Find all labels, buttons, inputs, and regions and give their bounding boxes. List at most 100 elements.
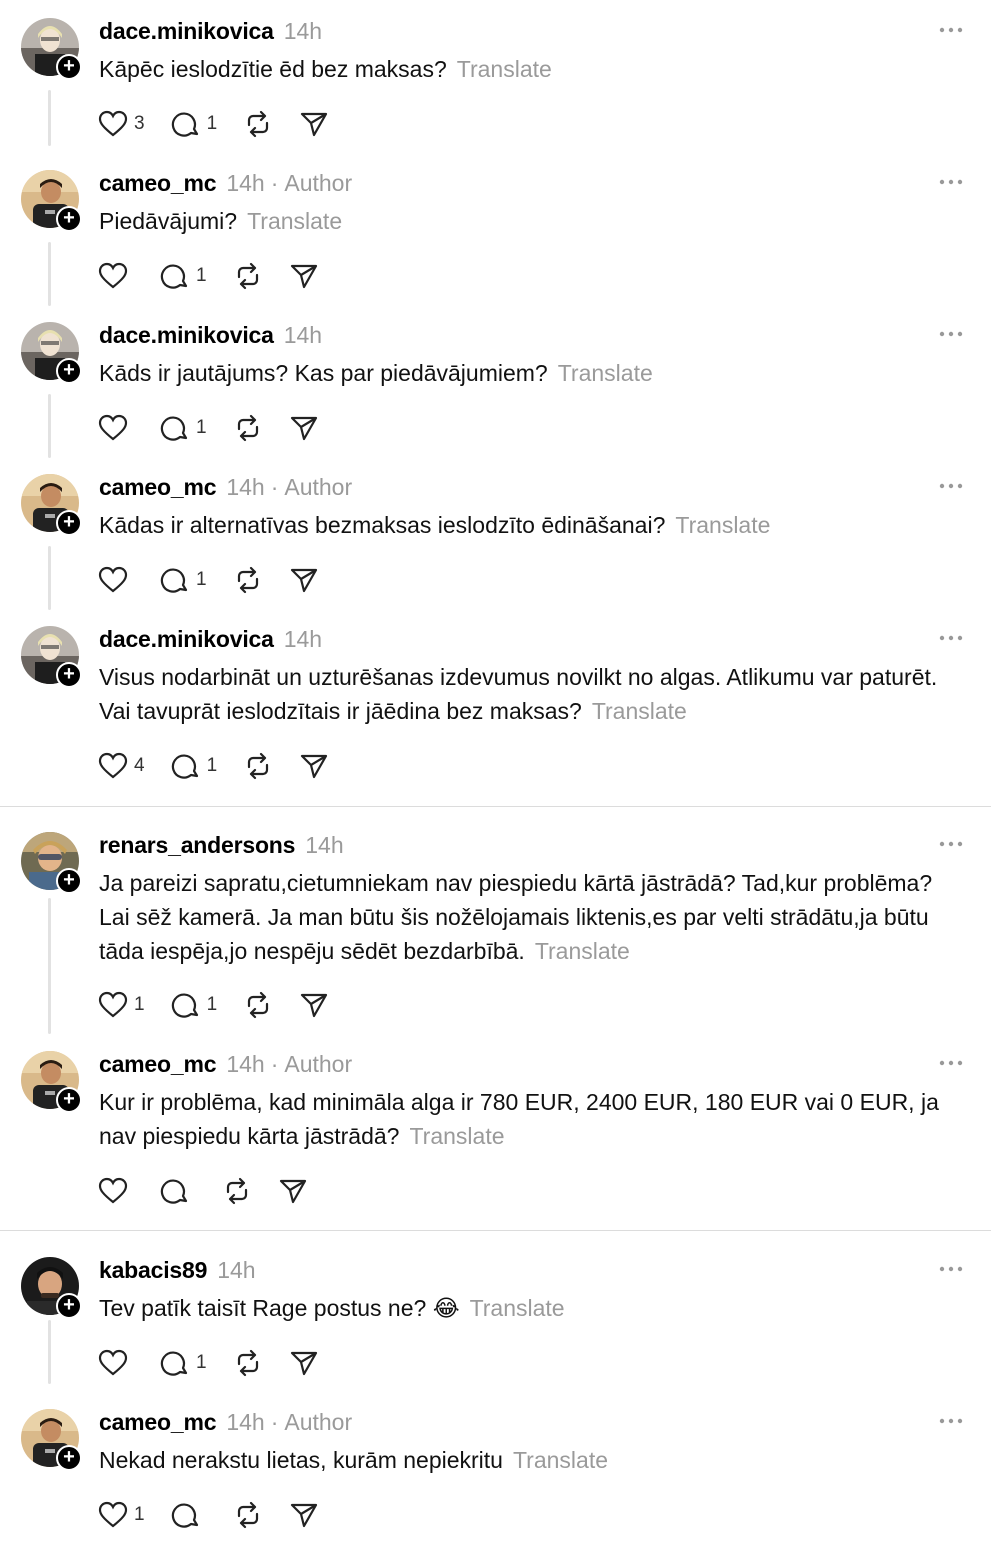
author-badge: Author [284, 1051, 353, 1077]
comment-icon [160, 416, 188, 441]
like-button[interactable]: 1 [98, 991, 145, 1019]
timestamp[interactable]: 14h [226, 474, 264, 500]
post-text: Kādas ir alternatīvas bezmaksas ieslodzī… [99, 512, 771, 538]
more-icon[interactable] [937, 322, 965, 346]
translate-link[interactable]: Translate [513, 1447, 608, 1473]
comment-icon [171, 112, 198, 137]
like-button[interactable]: 1 [98, 1501, 145, 1529]
timestamp[interactable]: 14h [284, 322, 322, 348]
translate-link[interactable]: Translate [535, 938, 630, 964]
repost-icon [248, 991, 269, 1019]
timestamp[interactable]: 14h [305, 832, 343, 858]
reply-button[interactable]: 1 [160, 1349, 207, 1377]
timestamp[interactable]: 14h [284, 626, 322, 652]
username[interactable]: cameo_mc [99, 170, 217, 196]
like-count: 4 [134, 755, 145, 776]
more-icon[interactable] [937, 474, 965, 498]
repost-button[interactable] [233, 1349, 263, 1377]
username[interactable]: renars_andersons [99, 832, 295, 858]
post-text: Kur ir problēma, kad minimāla alga ir 78… [99, 1089, 939, 1149]
repost-button[interactable] [243, 991, 273, 1019]
share-button[interactable] [299, 752, 329, 780]
follow-plus-icon[interactable]: + [56, 510, 82, 536]
repost-button[interactable] [243, 752, 273, 780]
like-button[interactable] [98, 566, 134, 594]
repost-icon [237, 262, 258, 290]
share-button[interactable] [289, 414, 319, 442]
thread-line [48, 394, 51, 458]
translate-link[interactable]: Translate [409, 1123, 504, 1149]
reply-button[interactable]: 1 [171, 991, 218, 1019]
username[interactable]: cameo_mc [99, 1051, 217, 1077]
repost-button[interactable] [233, 414, 263, 442]
share-button[interactable] [289, 566, 319, 594]
share-button[interactable] [299, 991, 329, 1019]
repost-button[interactable] [233, 566, 263, 594]
more-icon[interactable] [937, 170, 965, 194]
reply-button[interactable]: 1 [160, 262, 207, 290]
timestamp[interactable]: 14h [226, 170, 264, 196]
follow-plus-icon[interactable]: + [56, 868, 82, 894]
follow-plus-icon[interactable]: + [56, 1445, 82, 1471]
reply-button[interactable]: 1 [171, 110, 217, 138]
comment-icon [160, 264, 188, 289]
follow-plus-icon[interactable]: + [56, 358, 82, 384]
share-button[interactable] [289, 262, 319, 290]
author-badge: Author [284, 474, 353, 500]
like-button[interactable] [98, 414, 134, 442]
share-button[interactable] [278, 1177, 308, 1205]
reply-count: 1 [206, 994, 218, 1015]
translate-link[interactable]: Translate [247, 208, 342, 234]
username[interactable]: dace.minikovica [99, 322, 274, 348]
reply-button[interactable]: 1 [160, 414, 207, 442]
repost-button[interactable] [243, 110, 273, 138]
timestamp[interactable]: 14h [226, 1409, 264, 1435]
username[interactable]: dace.minikovica [99, 18, 274, 44]
thread-line [48, 242, 51, 306]
comment-icon [171, 993, 198, 1018]
translate-link[interactable]: Translate [558, 360, 653, 386]
follow-plus-icon[interactable]: + [56, 1293, 82, 1319]
more-icon[interactable] [937, 1051, 965, 1075]
share-button[interactable] [289, 1501, 319, 1529]
comment-icon [171, 1503, 198, 1528]
repost-button[interactable] [233, 1501, 263, 1529]
follow-plus-icon[interactable]: + [56, 662, 82, 688]
translate-link[interactable]: Translate [457, 56, 552, 82]
translate-link[interactable]: Translate [592, 698, 687, 724]
timestamp[interactable]: 14h [226, 1051, 264, 1077]
like-button[interactable]: 4 [98, 752, 145, 780]
like-button[interactable] [98, 1177, 134, 1205]
username[interactable]: kabacis89 [99, 1257, 207, 1283]
follow-plus-icon[interactable]: + [56, 206, 82, 232]
translate-link[interactable]: Translate [470, 1295, 565, 1321]
translate-link[interactable]: Translate [675, 512, 770, 538]
reply-button[interactable] [160, 1177, 196, 1205]
reply-button[interactable]: 1 [160, 566, 207, 594]
reply-button[interactable]: 1 [171, 752, 217, 780]
username[interactable]: cameo_mc [99, 474, 217, 500]
reply-button[interactable] [171, 1501, 207, 1529]
share-button[interactable] [299, 110, 329, 138]
like-button[interactable] [98, 262, 134, 290]
username[interactable]: cameo_mc [99, 1409, 217, 1435]
repost-button[interactable] [233, 262, 263, 290]
username[interactable]: dace.minikovica [99, 626, 274, 652]
post-text: Tev patīk taisīt Rage postus ne? 😂 Transl… [99, 1295, 565, 1321]
follow-plus-icon[interactable]: + [56, 54, 82, 80]
follow-plus-icon[interactable]: + [56, 1087, 82, 1113]
thread-line [48, 1320, 51, 1384]
more-icon[interactable] [937, 1257, 965, 1281]
timestamp[interactable]: 14h [284, 18, 322, 44]
share-button[interactable] [289, 1349, 319, 1377]
like-button[interactable] [98, 1349, 134, 1377]
timestamp[interactable]: 14h [217, 1257, 255, 1283]
more-icon[interactable] [937, 626, 965, 650]
repost-button[interactable] [222, 1177, 252, 1205]
author-badge: Author [284, 1409, 353, 1435]
more-icon[interactable] [937, 18, 965, 42]
heart-icon [98, 414, 128, 441]
more-icon[interactable] [937, 1409, 965, 1433]
like-button[interactable]: 3 [98, 110, 145, 138]
more-icon[interactable] [937, 832, 965, 856]
